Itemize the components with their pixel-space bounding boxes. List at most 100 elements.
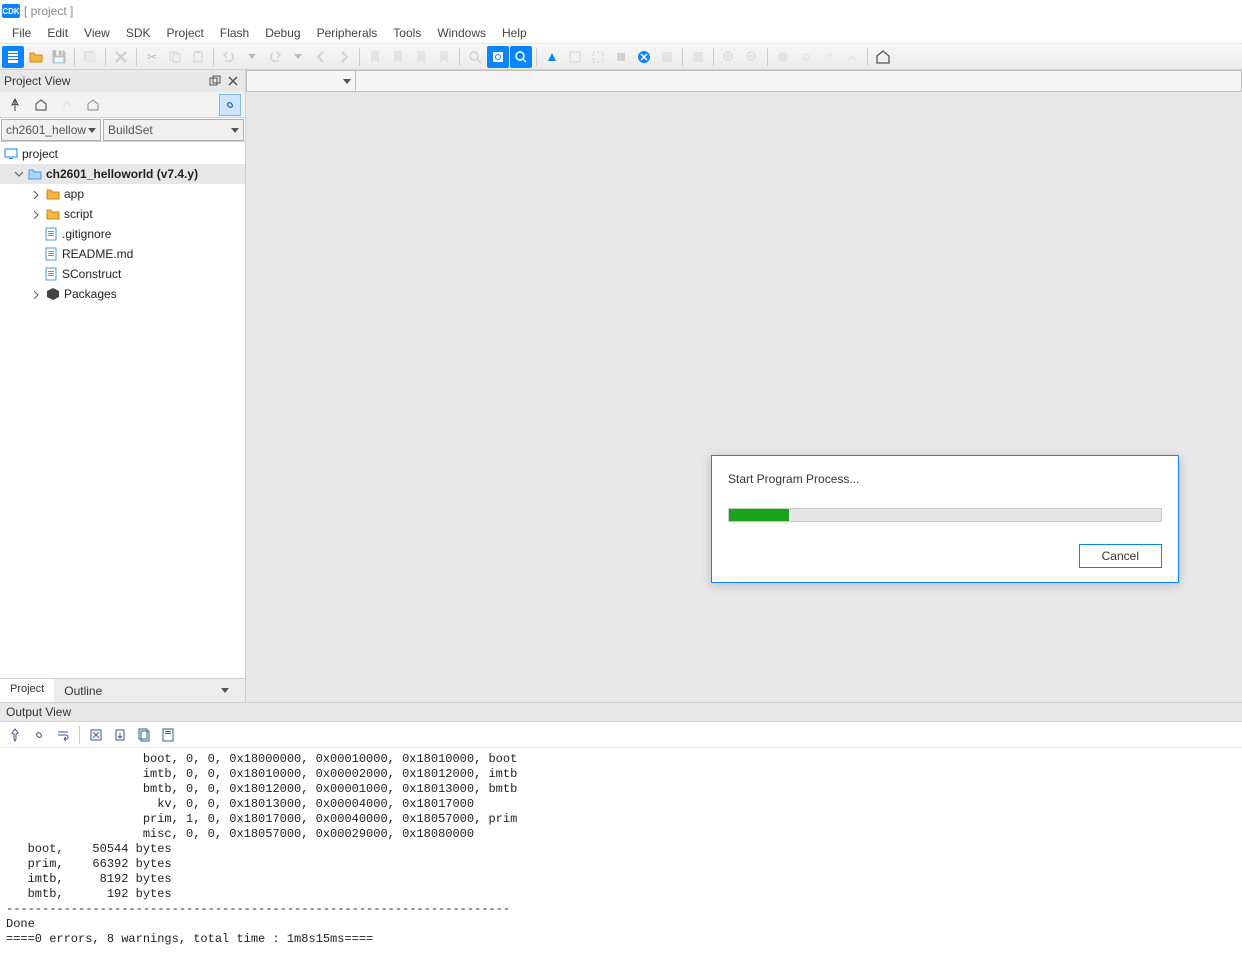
bookmark3-icon[interactable] [410, 46, 432, 68]
clear-icon[interactable] [85, 724, 107, 746]
breadcrumb-bar [356, 70, 1242, 92]
folder-icon [46, 207, 60, 221]
tree-label: app [64, 187, 84, 201]
tab-outline[interactable]: Outline [54, 679, 245, 702]
target-combo[interactable]: ch2601_hellow [1, 119, 101, 141]
menu-debug[interactable]: Debug [257, 24, 308, 42]
breadcrumb-combo[interactable] [246, 70, 356, 92]
save-icon[interactable]: 💾 [48, 46, 70, 68]
zoom-out-icon[interactable] [741, 46, 763, 68]
monitor-icon [4, 147, 18, 161]
tree-label: Packages [64, 287, 117, 301]
close-panel-icon[interactable] [225, 73, 241, 89]
rebuild-icon[interactable] [564, 46, 586, 68]
expander-closed-icon[interactable] [30, 288, 42, 300]
menu-help[interactable]: Help [494, 24, 535, 42]
locate-icon[interactable] [4, 94, 26, 116]
tree-file-sconstruct[interactable]: SConstruct [0, 264, 245, 284]
redo-dropdown-icon[interactable] [287, 46, 309, 68]
link-with-editor-icon[interactable] [219, 94, 241, 116]
close-icon[interactable] [110, 46, 132, 68]
home2-icon[interactable] [30, 94, 52, 116]
search-icon[interactable] [464, 46, 486, 68]
save-all-icon[interactable] [79, 46, 101, 68]
open-folder-icon[interactable] [25, 46, 47, 68]
menu-edit[interactable]: Edit [39, 24, 76, 42]
scroll-lock-icon[interactable] [109, 724, 131, 746]
project-tree[interactable]: project ch2601_helloworld (v7.4.y) app s… [0, 142, 245, 678]
expander-closed-icon[interactable] [30, 208, 42, 220]
clean-icon[interactable] [587, 46, 609, 68]
folder-icon [28, 167, 42, 181]
output-console[interactable]: boot, 0, 0, 0x18000000, 0x00010000, 0x18… [0, 748, 1242, 960]
menu-flash[interactable]: Flash [212, 24, 257, 42]
popout-icon[interactable] [207, 73, 223, 89]
tree-root-label: project [22, 147, 58, 161]
stop-build-icon[interactable] [610, 46, 632, 68]
flash-icon[interactable] [687, 46, 709, 68]
app-icon: CDK [2, 4, 20, 18]
undo-icon[interactable] [218, 46, 240, 68]
home-icon[interactable] [872, 46, 894, 68]
project-view-label: Project View [4, 74, 70, 88]
tree-file-gitignore[interactable]: .gitignore [0, 224, 245, 244]
folder-icon [46, 187, 60, 201]
forward-icon[interactable] [333, 46, 355, 68]
tree-project[interactable]: ch2601_helloworld (v7.4.y) [0, 164, 245, 184]
tree-label: SConstruct [62, 267, 121, 281]
tab-outline-label: Outline [64, 684, 102, 698]
back-icon[interactable] [310, 46, 332, 68]
stop-icon[interactable] [633, 46, 655, 68]
menu-tools[interactable]: Tools [385, 24, 429, 42]
link2-icon[interactable] [818, 46, 840, 68]
chevron-down-icon [221, 688, 229, 693]
buildset-combo[interactable]: BuildSet [103, 119, 244, 141]
tree-packages[interactable]: Packages [0, 284, 245, 304]
zoom-in-icon[interactable] [718, 46, 740, 68]
save-output-icon[interactable] [157, 724, 179, 746]
find-replace-icon[interactable] [510, 46, 532, 68]
undo-dropdown-icon[interactable] [241, 46, 263, 68]
expander-closed-icon[interactable] [30, 188, 42, 200]
paste-icon[interactable] [187, 46, 209, 68]
cancel-button[interactable]: Cancel [1079, 544, 1162, 568]
record-icon[interactable] [772, 46, 794, 68]
bookmark4-icon[interactable] [433, 46, 455, 68]
redo-icon[interactable] [264, 46, 286, 68]
pin-icon[interactable] [4, 724, 26, 746]
tree-folder-app[interactable]: app [0, 184, 245, 204]
cut-icon[interactable]: ✂ [141, 46, 163, 68]
link1-icon[interactable] [795, 46, 817, 68]
run-icon[interactable] [56, 94, 78, 116]
expander-open-icon[interactable] [12, 168, 24, 180]
wrap-icon[interactable] [52, 724, 74, 746]
find-in-files-icon[interactable] [487, 46, 509, 68]
new-file-icon[interactable] [2, 46, 24, 68]
tree-label: script [64, 207, 93, 221]
progress-bar [728, 508, 1162, 522]
tab-project[interactable]: Project [0, 679, 54, 702]
chevron-down-icon [343, 79, 351, 84]
tree-file-readme[interactable]: README.md [0, 244, 245, 264]
link-icon[interactable] [28, 724, 50, 746]
copy-output-icon[interactable] [133, 724, 155, 746]
main-toolbar: 💾 ✂ [0, 44, 1242, 70]
debug-icon[interactable] [656, 46, 678, 68]
tree-root[interactable]: project [0, 144, 245, 164]
bookmark1-icon[interactable] [364, 46, 386, 68]
menu-sdk[interactable]: SDK [118, 24, 159, 42]
menu-windows[interactable]: Windows [429, 24, 494, 42]
menu-project[interactable]: Project [159, 24, 212, 42]
chevron-down-icon [88, 128, 96, 133]
copy-icon[interactable] [164, 46, 186, 68]
menu-file[interactable]: File [4, 24, 39, 42]
link3-icon[interactable] [841, 46, 863, 68]
bookmark2-icon[interactable] [387, 46, 409, 68]
menu-view[interactable]: View [76, 24, 118, 42]
tree-folder-script[interactable]: script [0, 204, 245, 224]
menu-bar: File Edit View SDK Project Flash Debug P… [0, 22, 1242, 44]
menu-peripherals[interactable]: Peripherals [309, 24, 386, 42]
build-icon[interactable] [541, 46, 563, 68]
home3-icon[interactable] [82, 94, 104, 116]
progress-dialog: Start Program Process... Cancel [711, 455, 1179, 583]
